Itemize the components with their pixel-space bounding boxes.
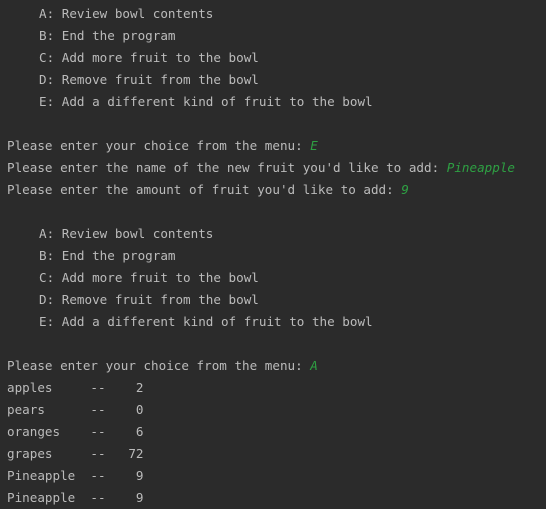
menu-item-a: A: Review bowl contents bbox=[39, 6, 214, 21]
choice-prompt: Please enter your choice from the menu: bbox=[7, 138, 311, 153]
menu-item-e: E: Add a different kind of fruit to the … bbox=[39, 94, 373, 109]
menu-item-c: C: Add more fruit to the bowl bbox=[39, 270, 259, 285]
menu-item-e: E: Add a different kind of fruit to the … bbox=[39, 314, 373, 329]
bowl-row: Pineapple -- 9 bbox=[7, 468, 144, 483]
menu-item-a: A: Review bowl contents bbox=[39, 226, 214, 241]
bowl-row: grapes -- 72 bbox=[7, 446, 144, 461]
bowl-row: apples -- 2 bbox=[7, 380, 144, 395]
bowl-row: Pineapple -- 9 bbox=[7, 490, 144, 505]
fruit-name-prompt-line: Please enter the name of the new fruit y… bbox=[7, 157, 546, 179]
choice-prompt: Please enter your choice from the menu: bbox=[7, 358, 311, 373]
menu-item-d: D: Remove fruit from the bowl bbox=[39, 72, 259, 87]
menu-item-d: D: Remove fruit from the bowl bbox=[39, 292, 259, 307]
menu-item-c: C: Add more fruit to the bowl bbox=[39, 50, 259, 65]
menu-item-b: B: End the program bbox=[39, 28, 176, 43]
bowl-row: oranges -- 6 bbox=[7, 424, 144, 439]
fruit-name-prompt: Please enter the name of the new fruit y… bbox=[7, 160, 447, 175]
console-output: A: Review bowl contents B: End the progr… bbox=[0, 0, 546, 507]
fruit-amount-prompt: Please enter the amount of fruit you'd l… bbox=[7, 182, 402, 197]
choice-prompt-line: Please enter your choice from the menu: … bbox=[7, 355, 546, 377]
bowl-row: pears -- 0 bbox=[7, 402, 144, 417]
choice-prompt-line: Please enter your choice from the menu: … bbox=[7, 135, 546, 157]
choice-input[interactable]: A bbox=[310, 358, 318, 373]
fruit-amount-input[interactable]: 9 bbox=[401, 182, 409, 197]
fruit-amount-prompt-line: Please enter the amount of fruit you'd l… bbox=[7, 179, 546, 201]
fruit-name-input[interactable]: Pineapple bbox=[447, 160, 515, 175]
menu-item-b: B: End the program bbox=[39, 248, 176, 263]
choice-input[interactable]: E bbox=[310, 138, 318, 153]
